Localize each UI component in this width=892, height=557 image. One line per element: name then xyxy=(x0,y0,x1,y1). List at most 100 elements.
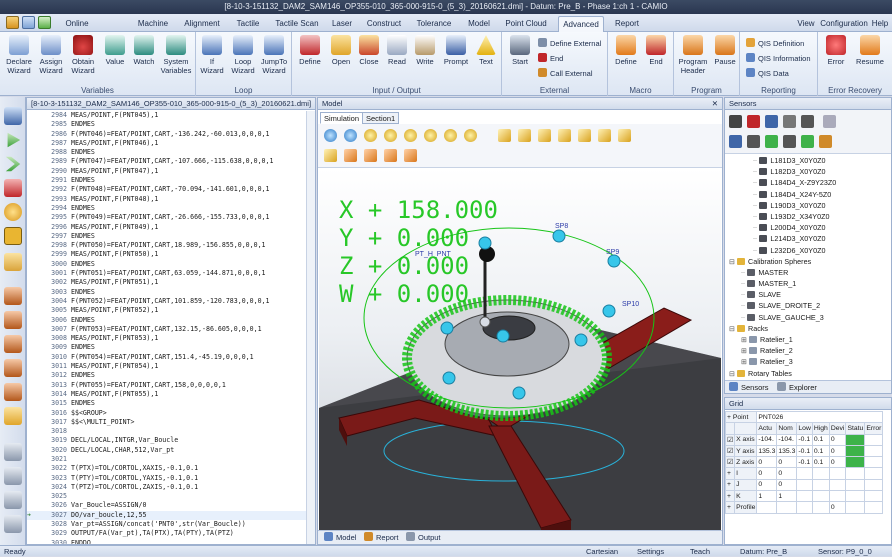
text-button[interactable]: Text xyxy=(474,35,498,66)
grid-column-header[interactable]: Devi xyxy=(828,422,847,435)
save-program-icon[interactable] xyxy=(4,107,22,125)
tab-advanced[interactable]: Advanced xyxy=(558,16,604,32)
code-line[interactable]: 2988 ENDMES xyxy=(27,148,315,157)
watch-button[interactable]: Watch xyxy=(130,35,158,66)
shade-icon[interactable] xyxy=(324,149,337,162)
pause-button[interactable]: Pause xyxy=(712,35,738,66)
probe-icon[interactable] xyxy=(4,203,22,221)
counter-icon[interactable] xyxy=(4,227,22,245)
measure-point-icon[interactable] xyxy=(4,287,22,305)
tab-section1[interactable]: Section1 xyxy=(362,112,400,124)
configuration-menu[interactable]: Configuration xyxy=(820,16,868,32)
grid-row[interactable]: + J 0 0 xyxy=(724,478,884,492)
construct-plane-icon[interactable] xyxy=(4,515,22,533)
sensors-tree[interactable]: ┈ L181D3_X0Y0Z0 ┈ L182D3_X0Y0Z0 ┈ L184D4_X… xyxy=(725,155,891,377)
tab-alignment[interactable]: Alignment xyxy=(180,16,224,32)
expand-icon[interactable]: + xyxy=(724,478,736,492)
sensor-tool-2-icon[interactable] xyxy=(747,115,760,128)
tab-online[interactable]: Online xyxy=(62,16,92,32)
tree-item[interactable]: ⊞ Ratelier_1 xyxy=(725,334,891,345)
qis-definition-button[interactable]: QIS Definition xyxy=(746,38,804,49)
tab-report-view[interactable]: Report xyxy=(364,532,399,544)
sensor-tool-10-icon[interactable] xyxy=(783,135,796,148)
tree-item[interactable]: ┈ L193D2_X34Y0Z0 xyxy=(725,211,891,222)
code-line[interactable]: 3030 ENDDO xyxy=(27,539,315,544)
view-iso-icon[interactable] xyxy=(618,129,631,142)
tab-tactile-scan[interactable]: Tactile Scan xyxy=(272,16,322,32)
grid-row[interactable]: + K 1 1 xyxy=(724,490,884,503)
tab-output-view[interactable]: Output xyxy=(406,532,441,544)
define-external-button[interactable]: Define External xyxy=(538,38,601,49)
code-line[interactable]: 3011 MEAS/POINT,F(PNT054),1 xyxy=(27,362,315,371)
code-line[interactable]: 3019 DECL/LOCAL,INTGR,Var_Boucle xyxy=(27,436,315,445)
code-line[interactable]: 2990 MEAS/POINT,F(PNT047),1 xyxy=(27,167,315,176)
construct-point-icon[interactable] xyxy=(4,443,22,461)
tab-machine[interactable]: Machine xyxy=(134,16,172,32)
code-line[interactable]: 3001 F(PNT051)=FEAT/POINT,CART,63.059,-14… xyxy=(27,269,315,278)
call-external-button[interactable]: Call External xyxy=(538,68,593,79)
code-line[interactable]: 3002 MEAS/POINT,F(PNT051),1 xyxy=(27,278,315,287)
zoom-previous-icon[interactable] xyxy=(464,129,477,142)
sensor-tool-9-icon[interactable] xyxy=(765,135,778,148)
grid-column-header[interactable]: Actu xyxy=(756,422,778,435)
code-line[interactable]: 3009 ENDMES xyxy=(27,343,315,352)
tab-point-cloud[interactable]: Point Cloud xyxy=(502,16,550,32)
tree-folder[interactable]: ⊟ Racks xyxy=(725,323,891,334)
code-line[interactable]: 3025 xyxy=(27,492,315,501)
expand-icon[interactable]: + xyxy=(724,501,736,514)
system-variables-button[interactable]: System Variables xyxy=(160,35,192,75)
zoom-in-icon[interactable] xyxy=(384,129,397,142)
sensor-tool-12-icon[interactable] xyxy=(819,135,832,148)
prompt-button[interactable]: Prompt xyxy=(442,35,470,66)
code-line[interactable]: 3029 OUTPUT/FA(Var_pt),TA(PTX),TA(PTY),TA… xyxy=(27,529,315,538)
tree-item[interactable]: ┈ L181D3_X0Y0Z0 xyxy=(725,155,891,166)
code-line[interactable]: 3017 $$<\MULTI_POINT> xyxy=(27,418,315,427)
start-button[interactable]: Start xyxy=(506,35,534,66)
sensor-tool-8-icon[interactable] xyxy=(747,135,760,148)
grid-row[interactable]: + I 0 0 xyxy=(724,467,884,480)
code-line[interactable]: ➔ 3027 DO/var_boucle,12,55 xyxy=(27,510,315,521)
code-line[interactable]: 3016 $$<GROUP> xyxy=(27,409,315,418)
expand-icon[interactable]: ⊞ xyxy=(741,335,749,344)
tab-tolerance[interactable]: Tolerance xyxy=(414,16,454,32)
write-button[interactable]: Write xyxy=(412,35,438,66)
construct-line-icon[interactable] xyxy=(4,467,22,485)
code-line[interactable]: 3022 T(PTX)=TOL/CORTOL,XAXIS,-0.1,0.1 xyxy=(27,464,315,473)
grid-column-header[interactable]: Error xyxy=(864,422,884,435)
tab-sensors[interactable]: Sensors xyxy=(729,382,769,392)
code-line[interactable]: 2995 F(PNT049)=FEAT/POINT,CART,-26.666,-1… xyxy=(27,213,315,222)
tab-model[interactable]: Model xyxy=(464,16,494,32)
code-line[interactable]: 2999 MEAS/POINT,F(PNT050),1 xyxy=(27,250,315,259)
view-back-icon[interactable] xyxy=(578,129,591,142)
sensor-tool-6-icon[interactable] xyxy=(823,115,836,128)
tree-item[interactable]: ┈ L184D4_X24Y-5Z0 xyxy=(725,189,891,200)
code-line[interactable]: 3021 xyxy=(27,455,315,464)
3d-viewport[interactable]: SP8 SP9 SP10 PT_H_PNT X + 158.000 Y + 0.… xyxy=(319,168,721,531)
run-icon[interactable] xyxy=(38,16,51,29)
code-area[interactable]: 2984 MEAS/POINT,F(PNT045),1 2985 ENDMES 2986… xyxy=(27,111,315,544)
view-front-icon[interactable] xyxy=(518,129,531,142)
construct-circle-icon[interactable] xyxy=(4,491,22,509)
measure-plane-icon[interactable] xyxy=(4,359,22,377)
dro-icon[interactable] xyxy=(404,149,417,162)
measure-circle-icon[interactable] xyxy=(4,335,22,353)
sensor-tool-7-icon[interactable] xyxy=(729,135,742,148)
measure-cylinder-icon[interactable] xyxy=(4,383,22,401)
wireframe-icon[interactable] xyxy=(344,149,357,162)
grid-column-header[interactable]: Nom xyxy=(776,422,798,435)
collapse-icon[interactable]: ⊟ xyxy=(729,257,737,266)
tab-explorer[interactable]: Explorer xyxy=(777,382,817,392)
macro-define-button[interactable]: Define xyxy=(612,35,640,66)
code-line[interactable]: 3026 Var_Boucle=ASSIGN/0 xyxy=(27,501,315,510)
tab-laser[interactable]: Laser xyxy=(330,16,354,32)
tree-item[interactable]: ┈ L190D3_X0Y0Z0 xyxy=(725,200,891,211)
grid-column-header[interactable]: High xyxy=(811,422,830,435)
code-line[interactable]: 3010 F(PNT054)=FEAT/POINT,CART,151.4,-45.… xyxy=(27,353,315,362)
qis-data-button[interactable]: QIS Data xyxy=(746,68,789,79)
collapse-icon[interactable]: ⊟ xyxy=(729,324,737,333)
axis-checkbox[interactable]: ☑ xyxy=(724,433,736,446)
code-line[interactable]: 3008 MEAS/POINT,F(PNT053),1 xyxy=(27,334,315,343)
view-menu[interactable]: View xyxy=(794,16,818,32)
grid-column-header[interactable]: Statu xyxy=(845,422,866,435)
grid-point-value[interactable]: PNT026 xyxy=(756,410,884,424)
